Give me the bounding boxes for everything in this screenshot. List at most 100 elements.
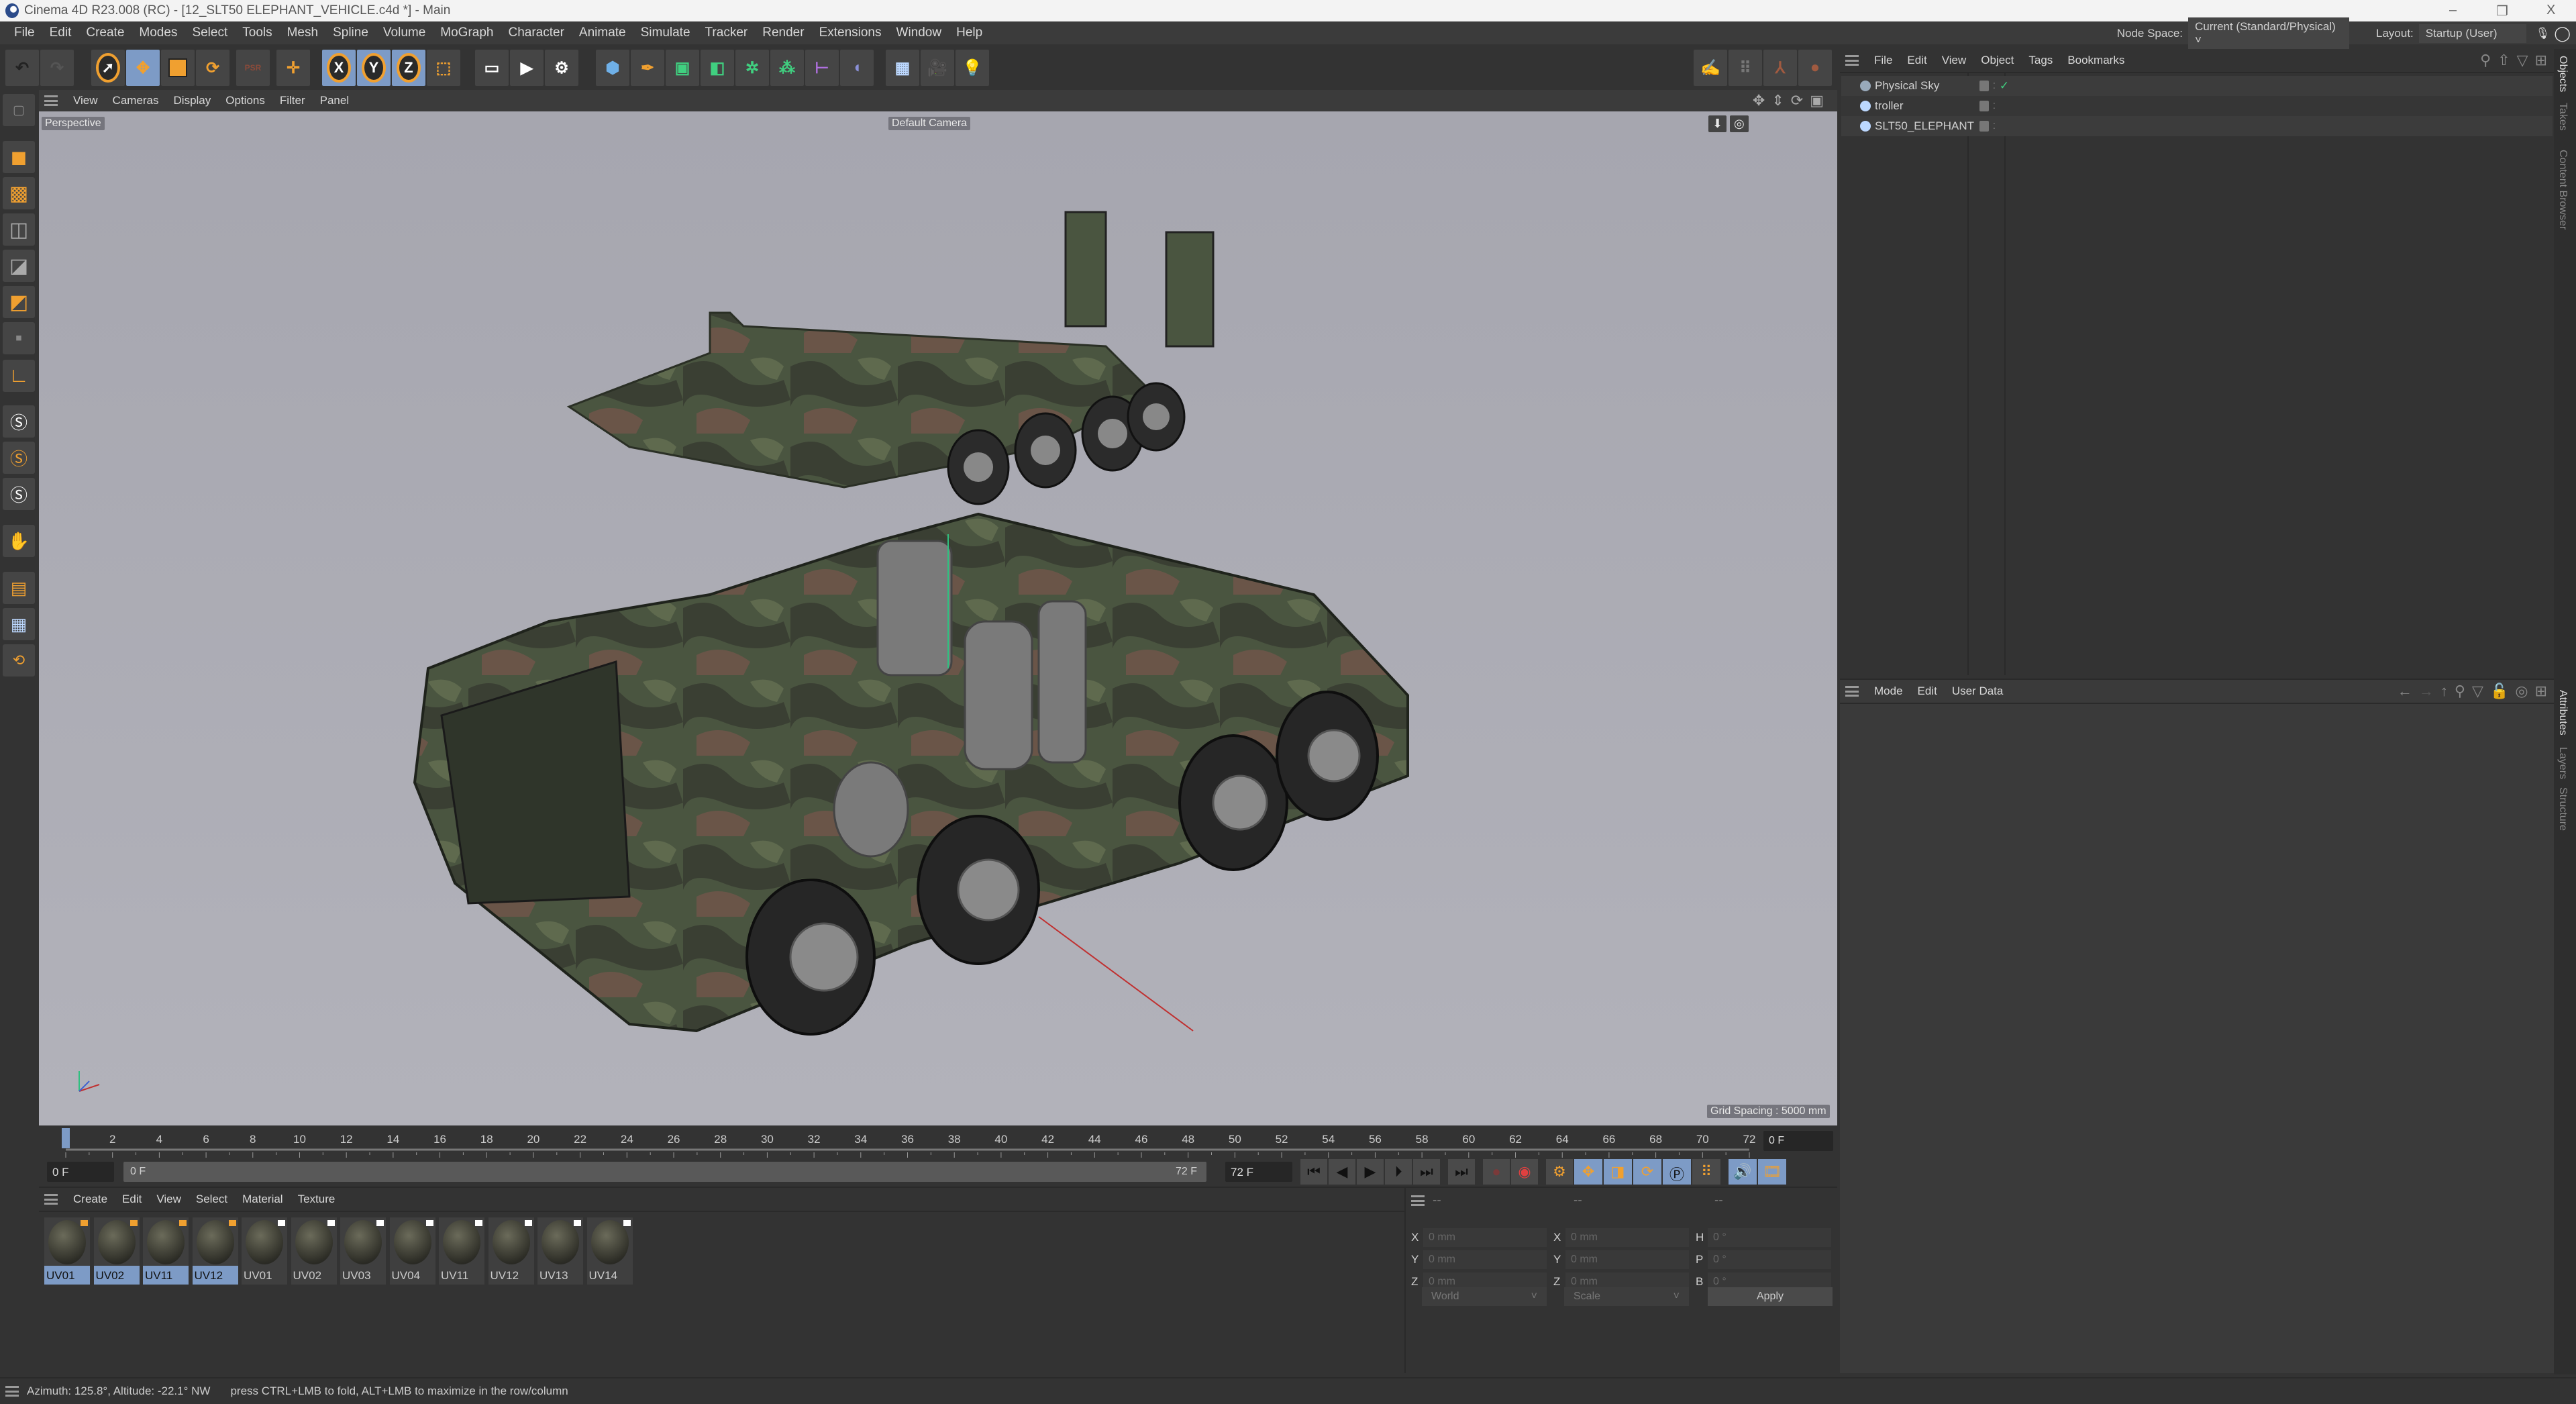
scale-tool-button[interactable] (161, 50, 195, 86)
sound-button[interactable]: 🔊 (1729, 1159, 1757, 1185)
menu-mograph[interactable]: MoGraph (433, 26, 501, 40)
material-swatch[interactable]: UV14 (586, 1217, 633, 1285)
go-to-start-button[interactable]: ⏮ (1300, 1159, 1327, 1185)
next-key-button[interactable]: ⏵ (1385, 1159, 1412, 1185)
menu-window[interactable]: Window (889, 26, 949, 40)
hamburger-icon[interactable] (5, 1386, 19, 1397)
hamburger-icon[interactable] (44, 1194, 58, 1205)
pen-button[interactable]: ✒ (631, 50, 664, 86)
coordinate-space-select[interactable]: World ˅ (1422, 1287, 1547, 1306)
position-value-field[interactable]: 0 mm (1423, 1250, 1547, 1269)
coordinate-system-button[interactable]: ⬚ (427, 50, 460, 86)
points-mode-button[interactable]: ◫ (3, 213, 35, 246)
attribute-menu-user-data[interactable]: User Data (1945, 685, 2011, 698)
axis-tool-button[interactable]: ✛ (276, 50, 310, 86)
next-frame-button[interactable]: ⏭ (1413, 1159, 1440, 1185)
current-frame-field[interactable]: 0 F (1763, 1131, 1833, 1151)
target-icon[interactable]: ◎ (2515, 683, 2528, 699)
material-swatch[interactable]: UV12 (488, 1217, 534, 1285)
side-tab-objects[interactable]: Objects (2557, 56, 2569, 92)
move-tool-button[interactable]: ✥ (126, 50, 160, 86)
subdivision-button[interactable]: ▣ (666, 50, 699, 86)
material-menu-view[interactable]: View (149, 1193, 189, 1206)
coordinate-mode-select[interactable]: Scale ˅ (1564, 1287, 1689, 1306)
material-swatch[interactable]: UV03 (340, 1217, 386, 1285)
viewport-menu-display[interactable]: Display (166, 94, 219, 107)
viewport-menu-view[interactable]: View (66, 94, 105, 107)
menu-character[interactable]: Character (501, 26, 571, 40)
visibility-toggle-icon[interactable] (1979, 81, 1989, 91)
lock-y-button[interactable]: Y (357, 50, 391, 86)
light-button[interactable]: 💡 (956, 50, 989, 86)
menu-file[interactable]: File (7, 26, 42, 40)
key-parameter-button[interactable]: Ⓟ (1663, 1159, 1691, 1185)
size-value-field[interactable]: 0 mm (1565, 1228, 1689, 1247)
lock-z-button[interactable]: Z (392, 50, 425, 86)
side-tab-structure[interactable]: Structure (2557, 787, 2569, 831)
back-arrow-icon[interactable]: ← (2398, 683, 2412, 699)
nodes-button[interactable]: ● (1798, 50, 1832, 86)
autokey-button[interactable]: ● (1483, 1159, 1510, 1185)
filter-icon[interactable]: ▽ (2472, 683, 2483, 699)
node-space-select[interactable]: Current (Standard/Physical) ˅ (2188, 17, 2350, 50)
hamburger-icon[interactable] (1411, 1195, 1425, 1206)
apply-button[interactable]: Apply (1708, 1287, 1833, 1306)
menu-simulate[interactable]: Simulate (633, 26, 698, 40)
material-swatch[interactable]: UV02 (291, 1217, 337, 1285)
snap-button[interactable]: Ⓢ (3, 405, 35, 438)
redo-button[interactable]: ↷ (40, 50, 74, 86)
uv-mode-button[interactable]: ▪ (3, 322, 35, 354)
previous-key-button[interactable]: ◀ (1329, 1159, 1355, 1185)
play-button[interactable]: ▶ (1357, 1159, 1384, 1185)
object-menu-bookmarks[interactable]: Bookmarks (2060, 54, 2132, 67)
model-mode-button[interactable]: ▢ (3, 94, 35, 126)
hamburger-icon[interactable] (44, 95, 58, 106)
material-menu-create[interactable]: Create (66, 1193, 115, 1206)
material-menu-edit[interactable]: Edit (115, 1193, 149, 1206)
points-button[interactable]: ⠿ (1729, 50, 1762, 86)
new-view-icon[interactable]: ⊞ (2535, 683, 2547, 699)
material-menu-material[interactable]: Material (235, 1193, 290, 1206)
menu-spline[interactable]: Spline (325, 26, 376, 40)
hamburger-icon[interactable] (1845, 55, 1859, 66)
camera-button[interactable]: 🎥 (921, 50, 954, 86)
key-pla-button[interactable]: ⠿ (1692, 1159, 1720, 1185)
lock-icon[interactable]: 🔓 (2490, 683, 2508, 699)
object-name[interactable]: Physical Sky (1875, 79, 1975, 93)
attribute-menu-mode[interactable]: Mode (1867, 685, 1910, 698)
grid-button[interactable]: ▦ (3, 608, 35, 640)
start-frame-field[interactable]: 0 F (47, 1162, 114, 1182)
render-picture-viewer-button[interactable]: ▶ (510, 50, 544, 86)
render-dots-icon[interactable]: ⁚ (1993, 81, 1996, 91)
side-tab-takes[interactable]: Takes (2557, 103, 2569, 131)
search-icon[interactable]: ⚲ (2455, 683, 2465, 699)
end-frame-field[interactable]: 72 F (1225, 1162, 1292, 1182)
field-button[interactable]: ◖ (840, 50, 874, 86)
material-swatch[interactable]: UV13 (537, 1217, 583, 1285)
quantize-button[interactable]: Ⓢ (3, 478, 35, 510)
lock-x-button[interactable]: X (322, 50, 356, 86)
material-swatch[interactable]: UV01 (44, 1217, 90, 1285)
viewport-menu-cameras[interactable]: Cameras (105, 94, 166, 107)
render-dots-icon[interactable]: ⁚ (1993, 101, 1996, 111)
side-tab-attributes[interactable]: Attributes (2557, 690, 2569, 736)
attribute-menu-edit[interactable]: Edit (1910, 685, 1945, 698)
object-name[interactable]: troller (1875, 99, 1975, 113)
mograph-button[interactable]: ⁂ (770, 50, 804, 86)
hamburger-icon[interactable] (1845, 686, 1859, 697)
position-value-field[interactable]: 0 mm (1423, 1228, 1547, 1247)
minimize-button[interactable]: – (2449, 3, 2457, 18)
render-dots-icon[interactable]: ⁚ (1993, 121, 1996, 131)
forward-arrow-icon[interactable]: → (2419, 683, 2434, 699)
material-swatch[interactable]: UV02 (93, 1217, 140, 1285)
menu-tracker[interactable]: Tracker (698, 26, 756, 40)
3d-viewport[interactable]: Perspective Default Camera ⬇ ◎ Grid Spac… (39, 111, 1837, 1125)
object-menu-tags[interactable]: Tags (2021, 54, 2060, 67)
material-menu-select[interactable]: Select (189, 1193, 235, 1206)
render-settings-button[interactable]: ⚙ (545, 50, 578, 86)
cube-button[interactable]: ⬢ (596, 50, 629, 86)
object-mode-button[interactable]: ◼ (3, 141, 35, 173)
record-button[interactable]: ◉ (1511, 1159, 1538, 1185)
cloner-button[interactable]: ✲ (735, 50, 769, 86)
go-to-end-button[interactable]: ⏭ (1448, 1159, 1475, 1185)
